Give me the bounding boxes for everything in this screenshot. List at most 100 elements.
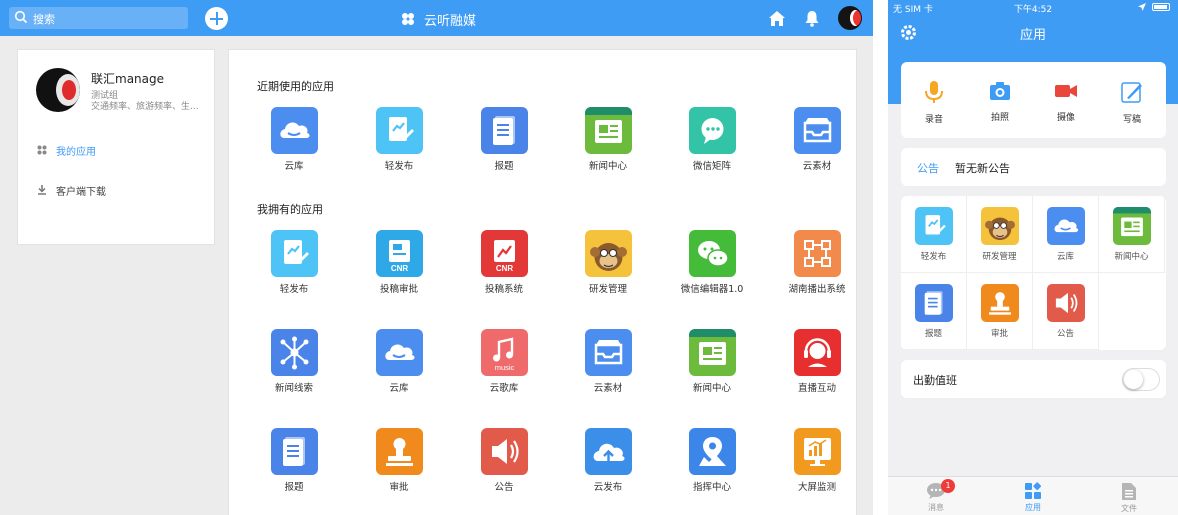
microphone-icon (901, 80, 967, 104)
brand-logo-icon (402, 13, 414, 25)
app-tile[interactable]: 湖南播出系统 (765, 230, 869, 295)
duty-row: 出勤值班 (901, 360, 1166, 398)
app-tile[interactable]: 轻发布 (347, 107, 451, 172)
wechat-editor-icon (688, 230, 736, 277)
app-tile[interactable]: 云库 (242, 107, 346, 172)
search-icon (14, 10, 28, 24)
news-leads-icon (270, 329, 318, 376)
app-tile[interactable]: 云素材 (765, 107, 869, 172)
tab-label: 应用 (1025, 503, 1041, 512)
app-tile[interactable]: 指挥中心 (660, 428, 764, 493)
duty-toggle[interactable] (1122, 368, 1160, 391)
app-label: 直播互动 (797, 383, 836, 394)
cloud-publish-icon (584, 428, 632, 475)
tab-label: 消息 (928, 503, 944, 512)
app-tile[interactable]: 新闻线索 (242, 329, 346, 394)
profile-card: 联汇manage 测试组 交通频率、旅游频率、生... 我的应用 客户端下载 (17, 49, 215, 245)
bell-icon[interactable] (804, 10, 820, 27)
mobile-app-tile[interactable]: 审批 (967, 273, 1033, 350)
screenshot-stage: 搜索 云听融媒 联汇manage 测试组 交通频率、旅游频率、生... 我的应用… (0, 0, 1178, 515)
app-tile[interactable]: 报题 (452, 107, 556, 172)
cloud-library-icon (1046, 207, 1085, 245)
download-icon (38, 185, 46, 195)
mobile-app-tile[interactable]: 轻发布 (901, 196, 967, 273)
mobile-app: 无 SIM 卡 下午4:52 应用 录音 拍照 摄像 写稿 公告 暂无新公告 轻发布 研… (888, 0, 1178, 515)
apps-panel: 近期使用的应用 云库 轻发布 报题 新闻中心 微信矩阵 云素材 我拥有的应用 轻发布 CNR… (228, 49, 857, 515)
sidebar-item-my-apps[interactable]: 我的应用 (37, 142, 96, 158)
app-tile[interactable]: 大屏监测 (765, 428, 869, 493)
app-tile[interactable]: 微信编辑器1.0 (660, 230, 764, 295)
cloud-library-icon (270, 107, 318, 154)
tab-file[interactable]: 文件 (1099, 482, 1159, 514)
app-tile[interactable]: 云库 (347, 329, 451, 394)
rd-management-icon (980, 207, 1019, 245)
mobile-app-tile[interactable]: 新闻中心 (1099, 196, 1165, 273)
app-tile[interactable]: 微信矩阵 (660, 107, 764, 172)
profile-avatar (36, 68, 80, 112)
app-label: 湖南播出系统 (788, 284, 846, 295)
pen-icon (1099, 80, 1165, 104)
quick-action-video-camera[interactable]: 摄像 (1033, 80, 1099, 123)
sidebar-item-download[interactable]: 客户端下载 (37, 182, 106, 198)
app-tile[interactable]: 轻发布 (242, 230, 346, 295)
report-topic-icon (480, 107, 528, 154)
owned-apps-title: 我拥有的应用 (257, 203, 323, 216)
tab-message[interactable]: 消息 1 (906, 479, 966, 513)
user-avatar[interactable] (838, 6, 862, 30)
quick-action-pen[interactable]: 写稿 (1099, 80, 1165, 125)
battery-icon (1152, 3, 1170, 11)
app-tile[interactable]: 新闻中心 (660, 329, 764, 394)
app-tile[interactable]: 直播互动 (765, 329, 869, 394)
app-label: 新闻中心 (588, 161, 627, 172)
quick-action-microphone[interactable]: 录音 (901, 80, 967, 125)
apps-grid-icon (1003, 482, 1063, 500)
app-tile[interactable]: 报题 (242, 428, 346, 493)
app-tile[interactable]: 公告 (452, 428, 556, 493)
broadcast-system-icon (793, 230, 841, 277)
app-label: 云素材 (593, 383, 623, 394)
app-tile[interactable]: CNR 投稿审批 (347, 230, 451, 295)
apps-icon (37, 145, 47, 155)
app-label: 公告 (1056, 329, 1074, 339)
report-topic-icon (270, 428, 318, 475)
message-icon (906, 482, 966, 500)
app-tile[interactable]: music 云歌库 (452, 329, 556, 394)
command-center-icon (688, 428, 736, 475)
approval-icon (980, 284, 1019, 322)
mobile-app-tile[interactable]: 云库 (1033, 196, 1099, 273)
app-tile[interactable]: 新闻中心 (556, 107, 660, 172)
app-tile[interactable]: CNR 投稿系统 (452, 230, 556, 295)
home-icon[interactable] (768, 10, 786, 27)
app-label: 投稿系统 (484, 284, 523, 295)
search-input[interactable]: 搜索 (9, 7, 188, 29)
add-button[interactable] (205, 7, 228, 30)
sidebar-item-label: 我的应用 (56, 146, 96, 158)
quick-action-label: 写稿 (1122, 115, 1141, 125)
app-label: 云发布 (593, 482, 623, 493)
mobile-app-tile[interactable]: 研发管理 (967, 196, 1033, 273)
tab-apps-grid[interactable]: 应用 (1003, 482, 1063, 513)
app-label: 云库 (389, 383, 409, 394)
app-label: 轻发布 (279, 284, 309, 295)
brand-title: 云听融媒 (424, 13, 477, 29)
app-tile[interactable]: 云素材 (556, 329, 660, 394)
app-tile[interactable]: 云发布 (556, 428, 660, 493)
app-label: 云素材 (802, 161, 832, 172)
app-tile[interactable]: 审批 (347, 428, 451, 493)
app-tile[interactable]: 研发管理 (556, 230, 660, 295)
app-label: 大屏监测 (797, 482, 836, 493)
mobile-app-tile[interactable]: 公告 (1033, 273, 1099, 350)
quick-action-camera[interactable]: 拍照 (967, 80, 1033, 123)
sidebar-item-label: 客户端下载 (56, 186, 106, 198)
location-icon (1138, 3, 1146, 11)
announcement-bar[interactable]: 公告 暂无新公告 (901, 148, 1166, 186)
mobile-app-tile[interactable]: 报题 (901, 273, 967, 350)
screen-monitor-icon (793, 428, 841, 475)
quick-actions-card: 录音 拍照 摄像 写稿 (901, 62, 1166, 138)
rd-management-icon (584, 230, 632, 277)
submission-system-icon: CNR (480, 230, 528, 277)
user-name: 联汇manage (91, 72, 165, 86)
approval-icon (375, 428, 423, 475)
app-label: 公告 (494, 482, 514, 493)
status-bar: 无 SIM 卡 下午4:52 (888, 0, 1178, 16)
